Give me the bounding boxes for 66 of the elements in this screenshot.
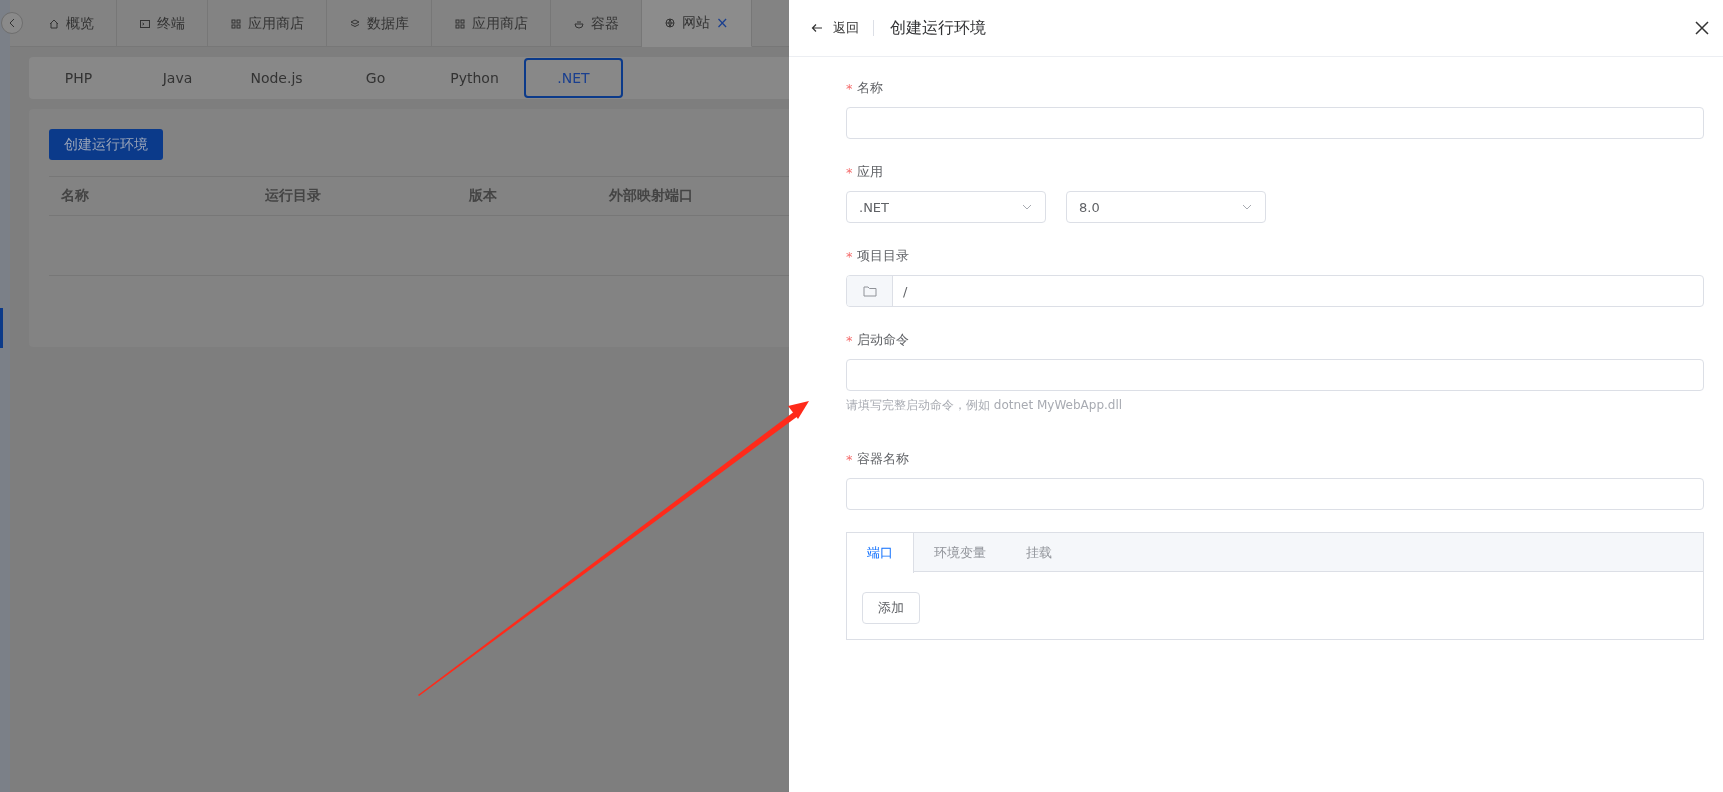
column-header: 版本	[468, 187, 498, 205]
select-value: .NET	[859, 199, 889, 215]
grid-icon	[454, 17, 466, 30]
column-header: 外部映射端口	[608, 187, 694, 205]
runtime-tab[interactable]: Java	[128, 58, 227, 98]
label-text: 应用	[856, 163, 883, 181]
select-field[interactable]: 8.0	[1066, 191, 1266, 223]
runtime-tab[interactable]: Node.js	[227, 58, 326, 98]
tab-label: 应用商店	[248, 14, 304, 33]
home-icon	[48, 17, 60, 30]
help-text: 请填写完整启动命令，例如 dotnet MyWebApp.dll	[846, 397, 1124, 414]
label-text: 启动命令	[856, 331, 909, 349]
label-text: 容器名称	[856, 450, 909, 468]
column-header: 运行目录	[264, 187, 322, 205]
panel-tab[interactable]: 环境变量	[914, 533, 1006, 572]
close-icon	[1695, 21, 1709, 35]
tab-label: 应用商店	[472, 14, 528, 33]
required-mark: *	[846, 248, 853, 264]
terminal-icon	[139, 17, 151, 30]
runtime-tab[interactable]: Python	[425, 58, 524, 98]
path-value: /	[902, 283, 908, 299]
label-text: 项目目录	[856, 247, 909, 265]
text-field[interactable]	[846, 359, 1704, 391]
page-tab[interactable]: 应用商店	[432, 0, 551, 47]
page-tab[interactable]: 网站 ×	[642, 0, 752, 47]
select-value: 8.0	[1079, 199, 1100, 215]
globe-icon	[664, 17, 676, 29]
text-field[interactable]	[846, 478, 1704, 510]
runtime-tab[interactable]: .NET	[524, 58, 623, 98]
tab-label: 网站	[682, 14, 710, 32]
create-button[interactable]: 创建运行环境	[49, 129, 163, 160]
tab-label: 数据库	[367, 14, 409, 33]
page-tab[interactable]: 终端	[117, 0, 208, 47]
chevron-left-icon	[8, 18, 16, 28]
folder-button[interactable]	[847, 276, 893, 306]
required-mark: *	[846, 164, 853, 180]
tab-label: 终端	[157, 14, 185, 33]
runtime-tab[interactable]: PHP	[29, 58, 128, 98]
text-field[interactable]	[846, 107, 1704, 139]
collapse-button[interactable]	[1, 12, 23, 34]
required-mark: *	[846, 332, 853, 348]
panel-tab[interactable]: 挂载	[1006, 533, 1072, 572]
required-mark: *	[846, 451, 853, 467]
tab-label: 容器	[591, 14, 619, 33]
select-field[interactable]: .NET	[846, 191, 1046, 223]
required-mark: *	[846, 80, 853, 96]
label-text: 名称	[856, 79, 883, 97]
back-label: 返回	[833, 19, 859, 37]
active-indicator	[0, 308, 3, 348]
back-button[interactable]: 返回	[811, 19, 859, 37]
tab-label: 概览	[66, 14, 94, 33]
drawer-title: 创建运行环境	[890, 17, 987, 39]
back-arrow-icon	[811, 23, 823, 33]
add-button[interactable]: 添加	[862, 592, 920, 624]
close-button[interactable]	[1695, 21, 1709, 35]
runtime-tab[interactable]: Go	[326, 58, 425, 98]
page-tab[interactable]: 数据库	[327, 0, 432, 47]
column-header: 名称	[60, 187, 90, 205]
page-tab[interactable]: 应用商店	[208, 0, 327, 47]
panel-tab[interactable]: 端口	[847, 533, 914, 573]
folder-icon	[862, 285, 877, 297]
grid-icon	[230, 17, 242, 30]
page-tab[interactable]: 概览	[26, 0, 117, 47]
close-icon[interactable]: ×	[716, 14, 729, 32]
path-field[interactable]: /	[846, 275, 1704, 307]
layers-icon	[349, 17, 361, 30]
